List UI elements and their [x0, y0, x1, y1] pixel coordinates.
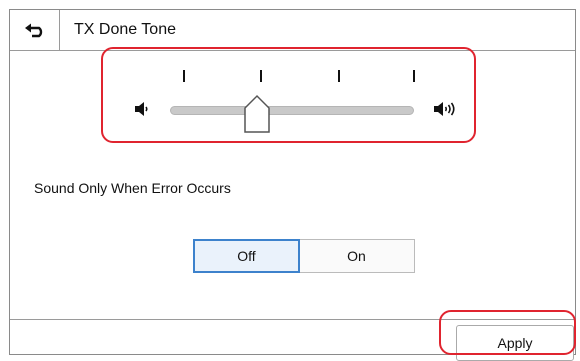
slider-highlight-frame	[101, 47, 476, 143]
level-tick	[183, 70, 185, 82]
back-arrow-icon	[24, 23, 42, 38]
speaker-low-icon	[135, 102, 148, 116]
page-title: TX Done Tone	[74, 21, 176, 38]
error-option-label: Sound Only When Error Occurs	[34, 180, 231, 196]
header: TX Done Tone	[10, 10, 575, 51]
volume-slider-track[interactable]	[170, 106, 414, 115]
speaker-high-icon	[434, 102, 455, 116]
error-option-toggle: Off On	[193, 239, 415, 273]
level-tick	[260, 70, 262, 82]
level-tick	[338, 70, 340, 82]
level-tick	[413, 70, 415, 82]
back-button[interactable]	[10, 10, 60, 50]
option-off-button[interactable]: Off	[193, 239, 300, 273]
option-on-button[interactable]: On	[299, 240, 414, 272]
volume-slider-thumb[interactable]	[243, 94, 271, 134]
apply-highlight-frame	[439, 310, 576, 355]
